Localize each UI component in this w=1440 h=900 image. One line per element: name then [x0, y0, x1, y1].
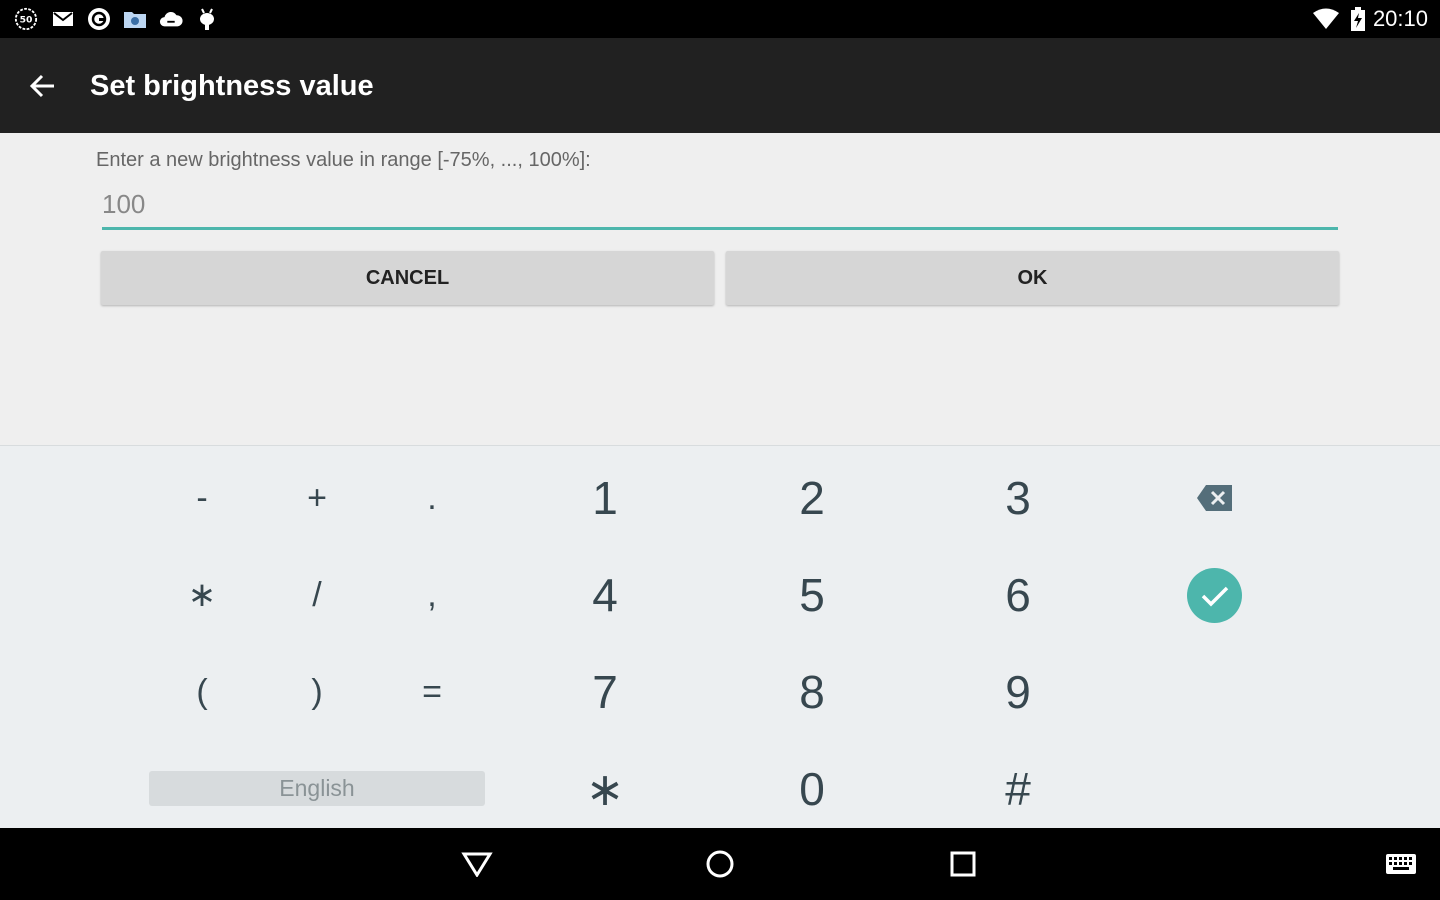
key-3[interactable]: 3 [963, 453, 1073, 543]
key-close-paren[interactable]: ) [262, 647, 372, 737]
keyboard-icon [1386, 854, 1416, 874]
key-plus[interactable]: + [262, 453, 372, 543]
ok-button[interactable]: OK [726, 251, 1339, 305]
badge-50-icon: 50 [14, 7, 38, 31]
prompt-label: Enter a new brightness value in range [-… [96, 149, 591, 171]
key-1[interactable]: 1 [550, 453, 660, 543]
key-slash[interactable]: / [262, 550, 372, 640]
page-title: Set brightness value [90, 70, 374, 102]
key-open-paren[interactable]: ( [147, 647, 257, 737]
key-6[interactable]: 6 [963, 550, 1073, 640]
key-4[interactable]: 4 [550, 550, 660, 640]
key-5[interactable]: 5 [757, 550, 867, 640]
nav-home-button[interactable] [700, 844, 740, 884]
folder-settings-icon [123, 7, 147, 31]
language-space-key[interactable]: English [149, 771, 485, 806]
sync-icon [87, 7, 111, 31]
numeric-keyboard: - + . ∗ / , ( ) = 1 2 3 4 5 6 7 8 9 ∗ 0 … [0, 445, 1440, 829]
enter-button[interactable] [1187, 568, 1242, 623]
cloud-icon [159, 7, 183, 31]
app-bar: Set brightness value [0, 38, 1440, 133]
gmail-icon [51, 7, 75, 31]
status-time: 20:10 [1372, 6, 1428, 31]
backspace-icon [1197, 485, 1232, 511]
recents-square-icon [950, 851, 976, 877]
key-star[interactable]: ∗ [550, 744, 660, 834]
brightness-dialog: Enter a new brightness value in range [-… [0, 133, 1440, 445]
check-icon [1201, 586, 1228, 606]
arrow-back-icon [29, 74, 54, 98]
backspace-button[interactable] [1160, 453, 1270, 543]
key-minus[interactable]: - [147, 453, 257, 543]
key-comma[interactable]: , [377, 550, 487, 640]
status-bar: 50 20:10 [0, 0, 1440, 38]
key-2[interactable]: 2 [757, 453, 867, 543]
cancel-button[interactable]: CANCEL [101, 251, 714, 305]
key-equals[interactable]: = [377, 647, 487, 737]
key-asterisk[interactable]: ∗ [147, 550, 257, 640]
key-0[interactable]: 0 [757, 744, 867, 834]
svg-text:50: 50 [20, 15, 33, 26]
key-8[interactable]: 8 [757, 647, 867, 737]
key-hash[interactable]: # [963, 744, 1073, 834]
home-circle-icon [706, 850, 734, 878]
key-period[interactable]: . [377, 453, 487, 543]
key-9[interactable]: 9 [963, 647, 1073, 737]
wifi-icon [1312, 7, 1340, 31]
back-button[interactable] [22, 66, 62, 106]
brightness-input[interactable] [102, 181, 1338, 230]
nav-recents-button[interactable] [943, 844, 983, 884]
navigation-bar [0, 828, 1440, 900]
back-triangle-icon [461, 852, 493, 877]
nav-back-button[interactable] [457, 844, 497, 884]
android-debug-icon [195, 7, 219, 31]
battery-charging-icon [1346, 7, 1370, 31]
nav-keyboard-button[interactable] [1382, 844, 1420, 884]
key-7[interactable]: 7 [550, 647, 660, 737]
